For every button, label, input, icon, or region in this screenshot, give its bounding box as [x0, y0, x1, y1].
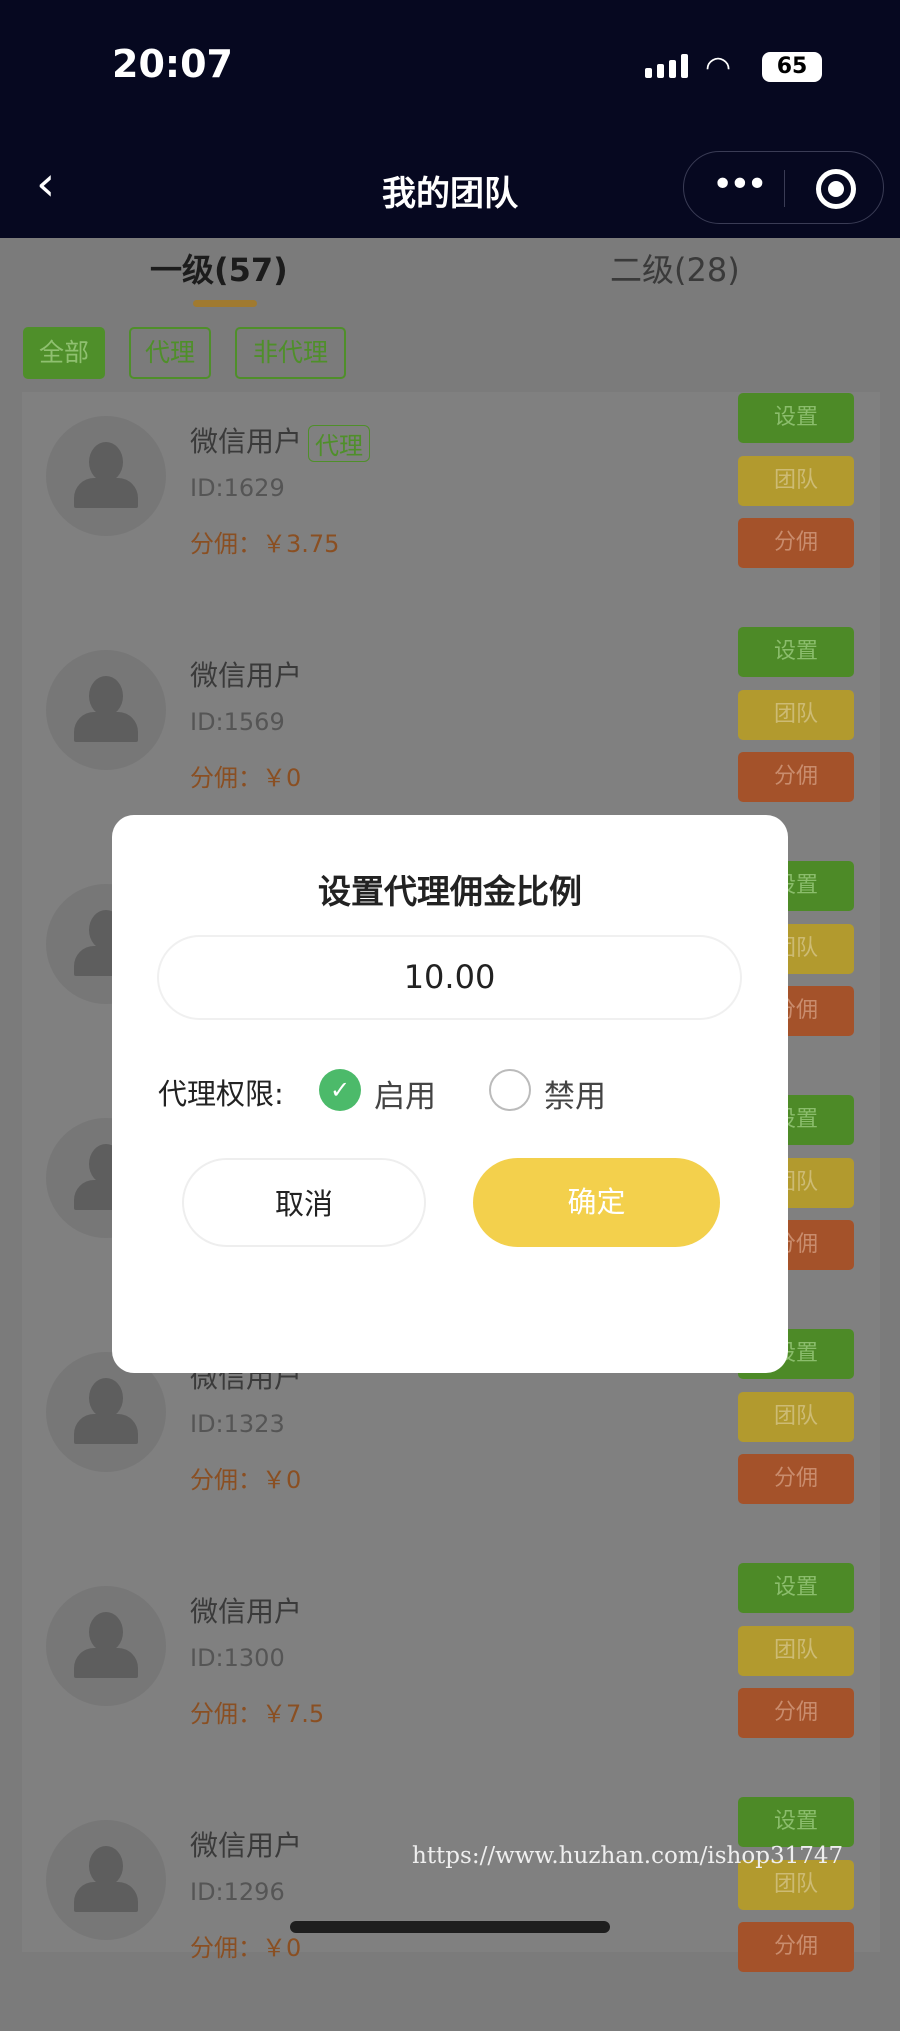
- tab-level-one[interactable]: 一级(57): [150, 245, 288, 291]
- settings-button[interactable]: 设置: [738, 393, 854, 443]
- filter-non-agent[interactable]: 非代理: [235, 327, 346, 379]
- member-row: 微信用户 ID:1296 分佣：￥0 设置 团队 分佣: [0, 1797, 900, 2031]
- member-name: 微信用户 代理: [190, 420, 371, 462]
- confirm-button[interactable]: 确定: [473, 1158, 720, 1247]
- team-button[interactable]: 团队: [738, 1392, 854, 1442]
- agent-badge: 代理: [308, 424, 371, 462]
- member-name: 微信用户: [190, 654, 302, 694]
- member-id: ID:1629: [190, 474, 285, 502]
- status-time: 20:07: [112, 42, 233, 86]
- member-name: 微信用户: [190, 1590, 302, 1630]
- mini-program-capsule: •••: [683, 151, 884, 224]
- member-commission: 分佣：￥7.5: [190, 1700, 325, 1728]
- filter-agent[interactable]: 代理: [129, 327, 211, 379]
- member-commission: 分佣：￥0: [190, 1466, 302, 1494]
- battery-icon: 65: [762, 52, 822, 82]
- commission-button[interactable]: 分佣: [738, 1454, 854, 1504]
- settings-button[interactable]: 设置: [738, 627, 854, 677]
- member-name-text: 微信用户: [190, 1829, 303, 1862]
- more-icon[interactable]: •••: [712, 164, 768, 205]
- radio-enable-checked-icon[interactable]: ✓: [319, 1069, 361, 1111]
- cancel-button[interactable]: 取消: [182, 1158, 426, 1247]
- member-name-text: 微信用户: [190, 659, 303, 692]
- avatar: [46, 1586, 166, 1706]
- top-bar: 20:07 ◠ 65 ‹ 我的团队 •••: [0, 0, 900, 238]
- tab-level-two[interactable]: 二级(28): [610, 245, 740, 291]
- settings-button[interactable]: 设置: [738, 1797, 854, 1847]
- member-commission: 分佣：￥0: [190, 764, 302, 792]
- team-button[interactable]: 团队: [738, 456, 854, 506]
- member-row: 微信用户 代理 ID:1629 分佣：￥3.75 设置 团队 分佣: [0, 393, 900, 627]
- dialog-title: 设置代理佣金比例: [318, 872, 582, 911]
- member-commission: 分佣：￥0: [190, 1934, 302, 1962]
- member-commission: 分佣：￥3.75: [190, 530, 340, 558]
- commission-button[interactable]: 分佣: [738, 752, 854, 802]
- commission-button[interactable]: 分佣: [738, 518, 854, 568]
- close-target-icon[interactable]: [816, 169, 856, 209]
- team-button[interactable]: 团队: [738, 690, 854, 740]
- avatar: [46, 416, 166, 536]
- team-button[interactable]: 团队: [738, 1626, 854, 1676]
- avatar: [46, 1820, 166, 1940]
- member-id: ID:1323: [190, 1410, 285, 1438]
- settings-button[interactable]: 设置: [738, 1563, 854, 1613]
- radio-disable[interactable]: [489, 1069, 531, 1111]
- filter-all[interactable]: 全部: [23, 327, 105, 379]
- member-id: ID:1296: [190, 1878, 285, 1906]
- member-row: 微信用户 ID:1300 分佣：￥7.5 设置 团队 分佣: [0, 1563, 900, 1797]
- commission-rate-dialog: 设置代理佣金比例 10.00 代理权限: ✓ 启用 禁用 取消 确定: [112, 815, 788, 1373]
- commission-button[interactable]: 分佣: [738, 1688, 854, 1738]
- avatar: [46, 650, 166, 770]
- home-indicator: [290, 1921, 610, 1933]
- disable-label[interactable]: 禁用: [544, 1071, 606, 1116]
- member-id: ID:1300: [190, 1644, 285, 1672]
- member-name-text: 微信用户: [190, 1595, 303, 1628]
- member-name: 微信用户: [190, 1824, 302, 1864]
- signal-icon: [645, 54, 688, 78]
- commission-button[interactable]: 分佣: [738, 1922, 854, 1972]
- enable-label[interactable]: 启用: [374, 1071, 436, 1116]
- member-id: ID:1569: [190, 708, 285, 736]
- watermark: https://www.huzhan.com/ishop31747: [412, 1843, 844, 1869]
- active-tab-indicator: [193, 300, 257, 307]
- member-name-text: 微信用户: [190, 425, 303, 458]
- divider: [784, 170, 785, 207]
- wifi-icon: ◠: [705, 50, 732, 85]
- permission-label: 代理权限:: [158, 1077, 284, 1111]
- rate-input[interactable]: 10.00: [157, 935, 742, 1020]
